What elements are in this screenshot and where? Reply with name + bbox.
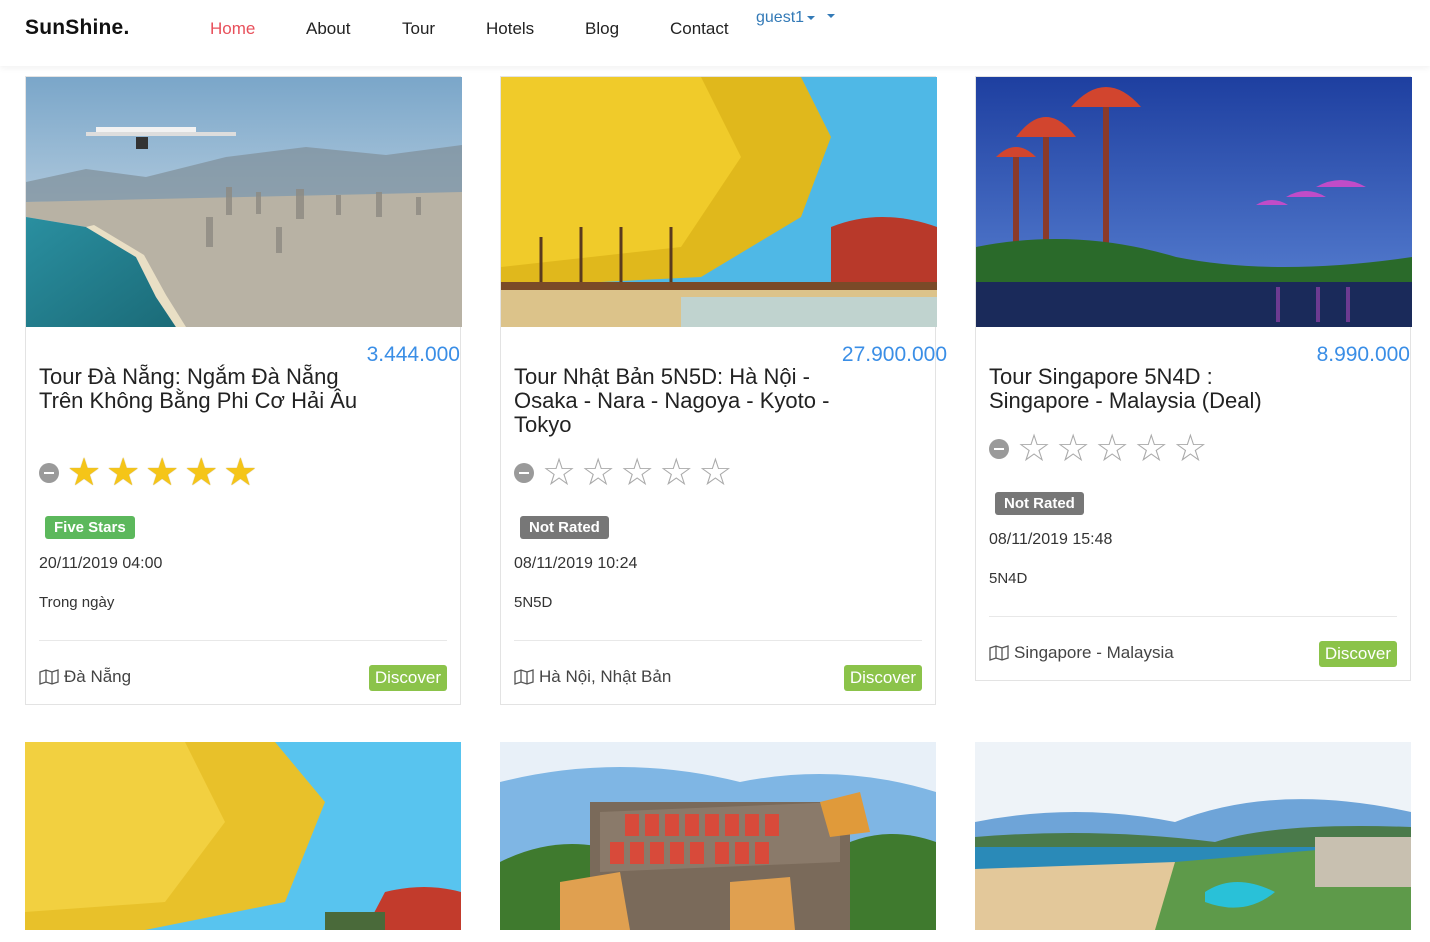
star-outline-icon[interactable]: ☆ (620, 453, 654, 493)
brand-logo[interactable]: SunShine. (25, 16, 129, 40)
tour-image-autumn[interactable] (25, 742, 461, 930)
tour-title[interactable]: Tour Singapore 5N4D : Singapore - Malays… (989, 365, 1309, 413)
star-outline-icon[interactable]: ☆ (581, 453, 615, 493)
map-icon (514, 669, 534, 685)
nav-about[interactable]: About (306, 19, 350, 39)
map-icon (989, 645, 1009, 661)
tour-card (25, 742, 461, 942)
discover-button[interactable]: Discover (368, 665, 447, 691)
star-outline-icon[interactable]: ☆ (1056, 429, 1090, 469)
map-icon (39, 669, 59, 685)
star-outline-icon[interactable]: ☆ (1095, 429, 1129, 469)
rating-widget[interactable]: ★ ★ ★ ★ ★ (39, 453, 262, 493)
star-outline-icon[interactable]: ☆ (1017, 429, 1051, 469)
user-menu[interactable]: guest1 (756, 9, 816, 27)
tour-location: Singapore - Malaysia (989, 643, 1174, 663)
tour-image-tiger-zoo[interactable] (500, 742, 936, 930)
divider (514, 640, 922, 641)
tour-card: 3.444.000 Tour Đà Nẵng: Ngắm Đà Nẵng Trê… (25, 76, 462, 705)
nav-home[interactable]: Home (210, 19, 255, 39)
star-outline-icon[interactable]: ☆ (698, 453, 732, 493)
tour-card: 8.990.000 Tour Singapore 5N4D : Singapor… (975, 76, 1412, 681)
tour-image-beach-resort[interactable] (975, 742, 1411, 930)
discover-button[interactable]: Discover (1318, 641, 1397, 667)
caret-down-icon (807, 15, 816, 20)
clear-rating-icon[interactable] (989, 439, 1009, 459)
tour-image-singapore[interactable] (976, 77, 1412, 327)
top-navbar: SunShine. Home About Tour Hotels Blog Co… (0, 0, 1430, 66)
star-icon[interactable]: ★ (145, 453, 179, 493)
star-icon[interactable]: ★ (67, 453, 101, 493)
rating-badge: Not Rated (995, 492, 1084, 515)
tour-date: 20/11/2019 04:00 (39, 555, 163, 572)
nav-hotels[interactable]: Hotels (486, 19, 534, 39)
tour-price: 27.900.000 (841, 343, 947, 366)
nav-blog[interactable]: Blog (585, 19, 619, 39)
tour-image-japan[interactable] (501, 77, 937, 327)
star-icon[interactable]: ★ (184, 453, 218, 493)
tour-price: 3.444.000 (366, 343, 460, 366)
tour-location: Hà Nội, Nhật Bản (514, 667, 671, 687)
star-outline-icon[interactable]: ☆ (659, 453, 693, 493)
rating-widget[interactable]: ☆ ☆ ☆ ☆ ☆ (989, 429, 1212, 469)
tour-image-danang[interactable] (26, 77, 462, 327)
tour-title[interactable]: Tour Đà Nẵng: Ngắm Đà Nẵng Trên Không Bằ… (39, 365, 359, 413)
divider (989, 616, 1397, 617)
rating-badge: Five Stars (45, 516, 135, 539)
divider (39, 640, 447, 641)
caret-down-icon[interactable] (827, 14, 835, 18)
discover-button[interactable]: Discover (843, 665, 922, 691)
tour-price: 8.990.000 (1316, 343, 1410, 366)
tour-location: Đà Nẵng (39, 667, 131, 687)
tour-card: 27.900.000 Tour Nhật Bản 5N5D: Hà Nội - … (500, 76, 947, 705)
tour-date: 08/11/2019 15:48 (989, 531, 1113, 548)
location-text: Singapore - Malaysia (1014, 643, 1174, 662)
tour-duration: 5N4D (989, 570, 1028, 587)
rating-widget[interactable]: ☆ ☆ ☆ ☆ ☆ (514, 453, 737, 493)
location-text: Đà Nẵng (64, 667, 132, 686)
tour-date: 08/11/2019 10:24 (514, 555, 638, 572)
clear-rating-icon[interactable] (39, 463, 59, 483)
tour-duration: Trong ngày (39, 594, 115, 611)
tour-card (975, 742, 1411, 942)
star-icon[interactable]: ★ (106, 453, 140, 493)
user-name: guest1 (756, 9, 805, 26)
star-outline-icon[interactable]: ☆ (1173, 429, 1207, 469)
clear-rating-icon[interactable] (514, 463, 534, 483)
nav-contact[interactable]: Contact (670, 19, 729, 39)
star-outline-icon[interactable]: ☆ (542, 453, 576, 493)
star-outline-icon[interactable]: ☆ (1134, 429, 1168, 469)
location-text: Hà Nội, Nhật Bản (539, 667, 672, 686)
tour-duration: 5N5D (514, 594, 553, 611)
tour-title[interactable]: Tour Nhật Bản 5N5D: Hà Nội - Osaka - Nar… (514, 365, 834, 437)
rating-badge: Not Rated (520, 516, 609, 539)
star-icon[interactable]: ★ (223, 453, 257, 493)
tour-card (500, 742, 936, 942)
nav-tour[interactable]: Tour (402, 19, 435, 39)
